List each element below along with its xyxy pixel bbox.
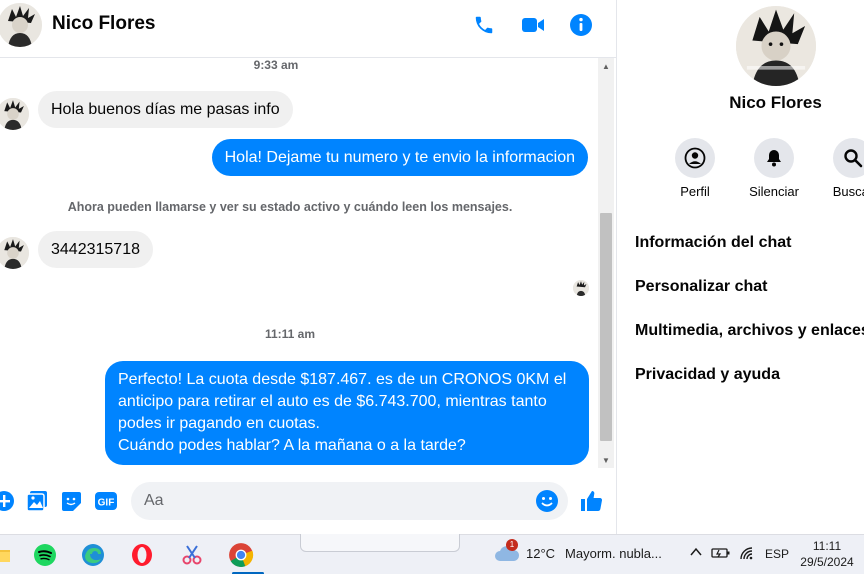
message-line: anticipo para retirar el auto es de $6.7… — [118, 393, 547, 410]
incoming-message[interactable]: Hola buenos días me pasas info — [38, 91, 293, 128]
profile-action-label: Perfil — [680, 184, 710, 199]
scrollbar-thumb[interactable] — [600, 213, 612, 441]
contact-name[interactable]: Nico Flores — [52, 13, 155, 35]
mute-action[interactable]: Silenciar — [739, 138, 809, 199]
weather-widget[interactable]: 1 12°C Mayorm. nubla... — [494, 539, 662, 563]
chrome-icon[interactable] — [227, 541, 255, 569]
message-line: Perfecto! La cuota desde $187.467. es de… — [118, 371, 567, 388]
video-camera-icon[interactable] — [520, 12, 546, 38]
profile-name: Nico Flores — [729, 93, 822, 112]
message-list[interactable]: 9:33 am Hola buenos días me pasas info H… — [0, 58, 598, 468]
thumbs-up-icon[interactable] — [579, 489, 603, 513]
chat-info-panel: Nico Flores Perfil Silenciar Buscar Info… — [617, 0, 864, 534]
chat-header: Nico Flores — [0, 0, 616, 58]
message-input[interactable] — [131, 482, 568, 520]
menu-customize-chat[interactable]: Personalizar chat — [635, 278, 768, 296]
wifi-icon[interactable] — [739, 546, 755, 563]
message-line: Cuándo podes hablar? A la mañana o a la … — [118, 437, 466, 454]
system-clock[interactable]: 11:11 29/5/2024 — [796, 538, 858, 570]
outgoing-message[interactable]: Perfecto! La cuota desde $187.467. es de… — [105, 361, 589, 465]
gallery-icon[interactable] — [25, 489, 49, 513]
gif-icon[interactable]: GIF — [93, 489, 119, 513]
clock-time: 11:11 — [812, 539, 842, 553]
snipping-tool-icon[interactable] — [178, 541, 206, 569]
file-explorer-icon[interactable] — [0, 541, 14, 569]
timestamp: 11:11 am — [264, 327, 316, 341]
search-action[interactable]: Buscar — [818, 138, 864, 199]
battery-icon[interactable] — [711, 546, 731, 563]
bell-icon — [754, 138, 794, 178]
weather-temperature: 12°C — [526, 545, 556, 561]
plus-icon[interactable] — [0, 489, 16, 513]
menu-media-files-links[interactable]: Multimedia, archivos y enlaces — [635, 322, 864, 340]
chevron-up-icon[interactable] — [689, 545, 703, 562]
profile-avatar[interactable] — [736, 6, 816, 86]
system-notice: Ahora pueden llamarse y ver su estado ac… — [67, 200, 513, 214]
timestamp: 9:33 am — [253, 58, 299, 72]
search-action-label: Buscar — [832, 184, 864, 199]
contact-avatar[interactable] — [0, 3, 42, 47]
app-window: Nico Flores 9:33 am Hola buenos días me … — [0, 0, 864, 574]
cloud-icon: 1 — [494, 539, 520, 563]
message-scrollbar[interactable]: ▲ ▼ — [598, 58, 614, 468]
profile-action[interactable]: Perfil — [660, 138, 730, 199]
scroll-down-arrow-icon[interactable]: ▼ — [598, 452, 614, 468]
clock-date: 29/5/2024 — [800, 555, 854, 569]
edge-icon[interactable] — [79, 541, 107, 569]
message-line: podes ir pagando en cuotas. — [118, 415, 320, 432]
search-icon — [833, 138, 864, 178]
menu-chat-info[interactable]: Información del chat — [635, 234, 791, 252]
profile-icon — [675, 138, 715, 178]
weather-description: Mayorm. nubla... — [565, 545, 662, 561]
taskbar-search-box[interactable] — [300, 534, 460, 552]
seen-avatar — [573, 280, 589, 296]
phone-icon[interactable] — [471, 12, 497, 38]
spotify-icon[interactable] — [31, 541, 59, 569]
gif-label: GIF — [98, 498, 115, 509]
composer-bar: GIF — [0, 478, 616, 524]
weather-badge: 1 — [506, 539, 518, 551]
language-indicator[interactable]: ESP — [765, 547, 789, 561]
sticker-icon[interactable] — [59, 489, 83, 513]
sender-avatar[interactable] — [0, 237, 29, 269]
mute-action-label: Silenciar — [749, 184, 799, 199]
chat-pane: Nico Flores 9:33 am Hola buenos días me … — [0, 0, 616, 534]
sender-avatar[interactable] — [0, 98, 29, 130]
opera-icon[interactable] — [128, 541, 156, 569]
scroll-up-arrow-icon[interactable]: ▲ — [598, 58, 614, 74]
emoji-icon[interactable] — [535, 489, 559, 513]
outgoing-message[interactable]: Hola! Dejame tu numero y te envio la inf… — [211, 139, 588, 176]
incoming-message[interactable]: 3442315718 — [38, 231, 153, 268]
windows-taskbar: 1 12°C Mayorm. nubla... ESP 11:11 29/5/2… — [0, 534, 864, 574]
menu-privacy-help[interactable]: Privacidad y ayuda — [635, 366, 780, 384]
info-icon[interactable] — [568, 12, 594, 38]
